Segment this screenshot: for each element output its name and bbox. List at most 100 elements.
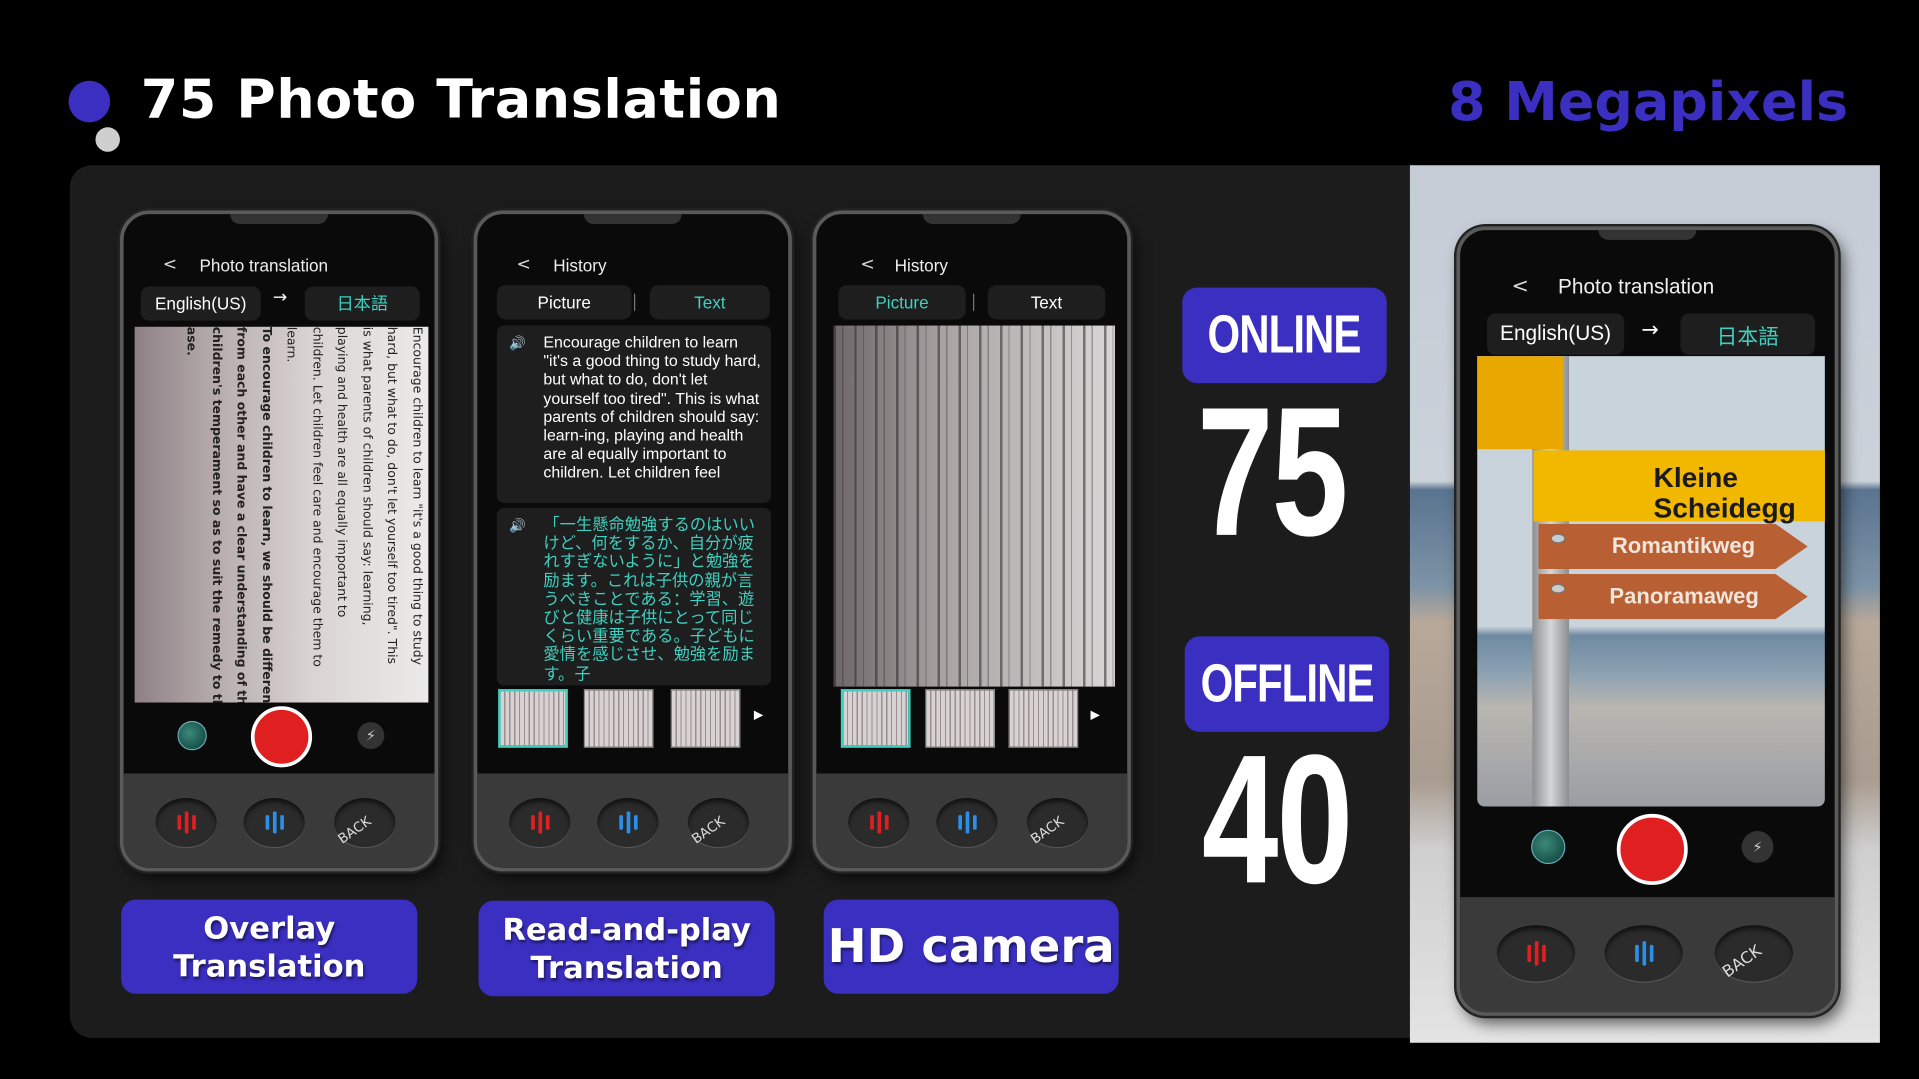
history-thumbnail[interactable] (925, 689, 996, 748)
feature-label-read-and-play: Read-and-play Translation (478, 900, 775, 997)
next-arrow-icon[interactable]: ▶ (754, 709, 763, 722)
phone-read-and-play: < History Picture Text 🔊 Encourage child… (473, 210, 792, 872)
sign-romantikweg: Romantikweg (1538, 523, 1808, 570)
bullet-dot-purple (68, 80, 111, 123)
history-thumbnail[interactable] (840, 689, 911, 748)
phone-overlay-translation: < Photo translation English(US) → 日本語 En… (119, 210, 439, 872)
shutter-button[interactable] (1616, 813, 1688, 885)
text-line: Encourage children to learn "it's a good… (410, 326, 424, 666)
text-line: is what parents of children should say: … (359, 326, 374, 626)
swap-arrow-icon[interactable]: → (273, 288, 287, 308)
flash-off-icon[interactable]: ⚡ (1741, 831, 1774, 863)
sign-text: Panoramaweg (1609, 583, 1759, 609)
back-button[interactable]: BACK (334, 797, 396, 847)
text-line: children. Let children feel care and enc… (309, 326, 324, 667)
tab-picture[interactable]: Picture (496, 285, 632, 320)
speaker-icon[interactable]: 🔊 (509, 518, 526, 534)
back-icon[interactable]: < (860, 255, 874, 275)
gallery-lens-icon[interactable] (1531, 829, 1566, 865)
bullet-dot-gray (95, 127, 120, 152)
screen-title: Photo translation (1558, 275, 1715, 299)
voice-right-button[interactable] (1604, 925, 1683, 982)
history-thumbnail[interactable] (1008, 689, 1079, 748)
background-photo-scene: < Photo translation English(US) → 日本語 Kl… (1409, 165, 1880, 1043)
voice-right-button[interactable] (597, 797, 659, 847)
sign-text: Kleine Scheidegg (1653, 461, 1796, 524)
offline-count: 40 (1201, 715, 1401, 922)
voice-right-button[interactable] (936, 797, 998, 847)
voice-left-button[interactable] (848, 797, 910, 847)
speaker-icon[interactable]: 🔊 (509, 335, 526, 352)
screen-title: History (894, 255, 948, 276)
text-line: learn. (284, 326, 299, 363)
phone-notch (1598, 230, 1697, 240)
flash-off-icon[interactable]: ⚡ (357, 722, 385, 750)
target-language-button[interactable]: 日本語 (1680, 313, 1816, 355)
tab-text[interactable]: Text (987, 285, 1106, 320)
sign-text: Romantikweg (1611, 533, 1756, 559)
text-line: ase. (184, 326, 198, 356)
phone-notch (230, 214, 329, 224)
phone-hd-camera: < History Picture Text ▶ BACK (812, 210, 1131, 872)
sign-kleine-scheidegg: Kleine Scheidegg Alpiglen (1533, 450, 1825, 554)
screen-title: History (553, 255, 607, 276)
page-title: 75 Photo Translation (140, 68, 782, 131)
phone-notch (583, 214, 682, 224)
offline-label: OFFLINE (1200, 653, 1374, 714)
text-line: playing and health are all equally impor… (334, 326, 349, 618)
source-language-button[interactable]: English(US) (140, 286, 261, 321)
text-line: hard, but what to do, don't let yourself… (384, 326, 399, 665)
megapixels-heading: 8 Megapixels (1448, 70, 1849, 134)
swap-arrow-icon[interactable]: → (1641, 318, 1658, 342)
feature-label-overlay: Overlay Translation (121, 899, 418, 994)
offline-count-value: 40 (1201, 715, 1353, 922)
translated-text-card: 🔊 「一生懸命勉強するのはいいけど、何をするか、自分が疲れすぎないように」と勉強… (496, 507, 772, 686)
back-button[interactable]: BACK (1714, 925, 1794, 982)
back-icon[interactable]: < (163, 255, 177, 275)
back-label: BACK (1719, 941, 1766, 982)
voice-left-button[interactable] (1496, 925, 1576, 982)
text-line: from each other and have a clear underst… (234, 326, 248, 703)
voice-right-button[interactable] (243, 797, 305, 847)
back-label: BACK (688, 812, 728, 847)
phone-photo-translation: < Photo translation English(US) → 日本語 Kl… (1456, 226, 1839, 1016)
text-line: To encourage children to learn, we shoul… (259, 326, 273, 703)
bolt (1550, 533, 1566, 544)
gallery-lens-icon[interactable] (177, 720, 207, 751)
online-count-value: 75 (1196, 368, 1348, 575)
voice-left-button[interactable] (155, 797, 217, 847)
history-thumbnail[interactable] (583, 689, 654, 748)
shutter-button[interactable] (250, 706, 313, 768)
tab-picture[interactable]: Picture (838, 285, 966, 320)
text-line: children's temperament so as to suit the… (209, 326, 223, 703)
tab-text[interactable]: Text (649, 285, 770, 320)
source-text-card: 🔊 Encourage children to learn "it's a go… (496, 325, 772, 504)
tab-divider (633, 293, 636, 311)
translated-text: 「一生懸命勉強するのはいいけど、何をするか、自分が疲れすぎないように」と勉強を励… (543, 515, 755, 683)
voice-left-button[interactable] (509, 797, 571, 847)
back-label: BACK (335, 812, 375, 847)
sign-yellow-top (1477, 356, 1563, 450)
overlay-text: Encourage children to learn "it's a good… (177, 326, 428, 703)
back-label: BACK (1027, 812, 1067, 847)
back-icon[interactable]: < (1512, 274, 1529, 298)
tab-divider (973, 293, 975, 311)
target-language-button[interactable]: 日本語 (304, 286, 420, 321)
history-thumbnail[interactable] (670, 689, 741, 748)
bolt (1550, 583, 1566, 594)
sign-panoramaweg: Panoramaweg (1538, 574, 1808, 620)
back-button[interactable]: BACK (687, 797, 750, 847)
back-icon[interactable]: < (516, 255, 530, 275)
next-arrow-icon[interactable]: ▶ (1090, 709, 1099, 722)
camera-preview-document: Encourage children to learn "it's a good… (134, 326, 429, 703)
back-button[interactable]: BACK (1026, 797, 1089, 847)
source-text: Encourage children to learn "it's a good… (543, 332, 761, 482)
feature-label-hd-camera: HD camera (823, 899, 1119, 994)
captured-document-image (833, 325, 1115, 687)
history-thumbnail[interactable] (498, 689, 568, 748)
online-count: 75 (1196, 368, 1396, 575)
screen-title: Photo translation (199, 255, 329, 276)
source-language-button[interactable]: English(US) (1487, 313, 1625, 355)
online-label: ONLINE (1207, 304, 1362, 365)
phone-notch (922, 214, 1021, 224)
